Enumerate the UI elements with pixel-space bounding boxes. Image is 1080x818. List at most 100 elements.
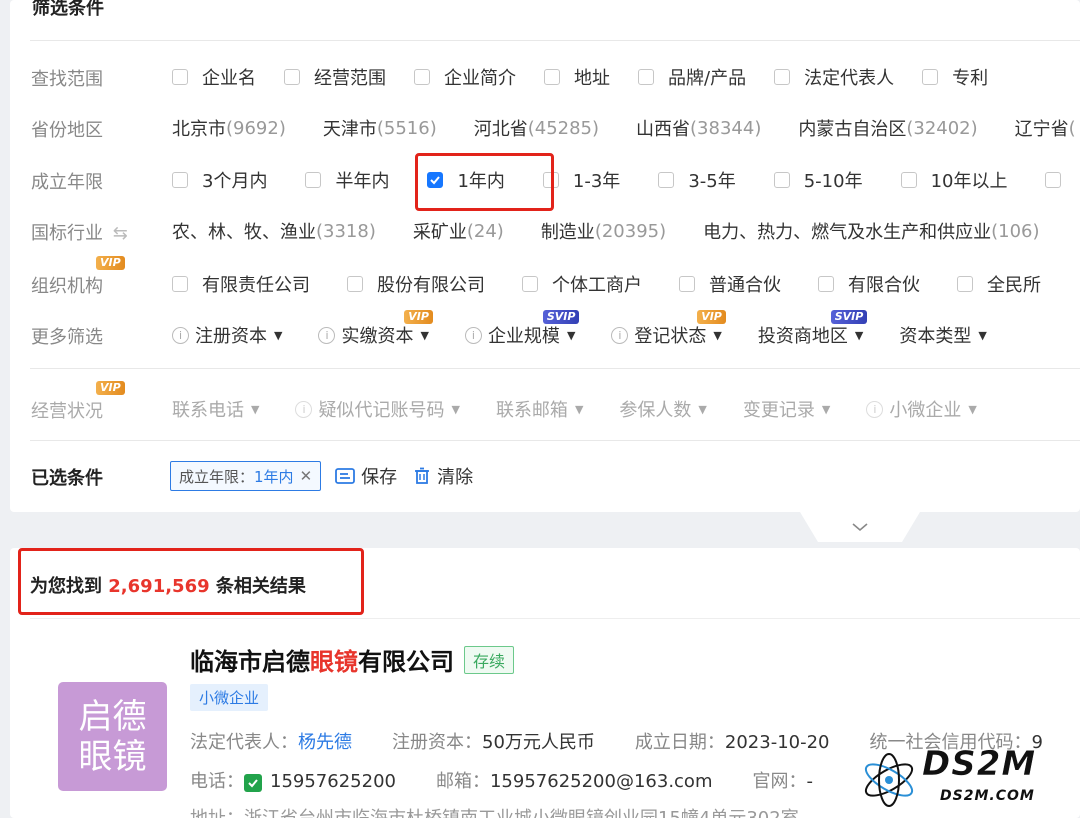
checkbox[interactable] — [900, 172, 917, 188]
region-count: (38344) — [690, 117, 762, 139]
selected-tag-value: 1年内 — [254, 467, 294, 486]
industry-option[interactable]: 电力、热力、燃气及水生产和供应业 (106) — [703, 218, 1039, 244]
region-name: 辽宁省 — [1014, 119, 1069, 140]
more-filter-dropdown[interactable]: i 实缴资本 ▼ VIP — [318, 310, 433, 348]
search-scope-option-label: 企业简介 — [444, 68, 516, 89]
more-filter-dropdown[interactable]: i 注册资本 ▼ — [172, 322, 282, 348]
industry-option[interactable]: 农、林、牧、渔业 (3318) — [172, 218, 376, 244]
collapse-toggle[interactable] — [800, 512, 920, 542]
logo-line1: 启德 — [78, 696, 147, 737]
remove-tag-icon[interactable]: ✕ — [300, 467, 313, 485]
region-name: 山西省 — [636, 119, 691, 140]
selected-tag[interactable]: 成立年限： 1年内 ✕ — [170, 461, 322, 491]
search-scope-option[interactable]: 企业名 — [172, 64, 256, 90]
checkbox[interactable] — [1045, 172, 1062, 188]
save-icon — [335, 468, 356, 484]
search-scope-option-label: 企业名 — [202, 68, 256, 89]
checkbox[interactable] — [305, 172, 322, 188]
company-name[interactable]: 临海市启德 眼镜 有限公司 存续 — [190, 642, 515, 677]
region-option[interactable]: 辽宁省( — [1015, 115, 1076, 141]
business-filter-dropdown[interactable]: i 小微企业 ▼ — [866, 396, 977, 422]
business-filter-dropdown[interactable]: 参保人数 ▼ — [619, 396, 706, 422]
checkbox[interactable] — [638, 69, 654, 85]
company-logo[interactable]: 启德 眼镜 — [58, 682, 167, 791]
checkbox[interactable] — [284, 69, 300, 85]
clear-button[interactable]: 清除 — [413, 463, 473, 489]
founded-option[interactable]: 半年内 — [305, 167, 389, 193]
org-option[interactable]: 全民所 — [957, 271, 1041, 297]
more-options: i 注册资本 ▼ i 实缴资本 ▼ VIP i 企业规模 ▼ SVIP i 登记状态 ▼ VIP 投资商地区 ▼… — [172, 310, 1023, 355]
checkbox[interactable] — [957, 276, 973, 292]
checkbox[interactable] — [347, 276, 363, 292]
checkbox[interactable] — [774, 69, 791, 85]
org-option-label: 全民所 — [987, 275, 1041, 296]
more-filter-dropdown[interactable]: 资本类型 ▼ — [899, 322, 986, 348]
search-scope-option[interactable]: 地址 — [544, 64, 610, 90]
founded-option[interactable]: 10年以上 — [900, 167, 1007, 193]
founded-option[interactable]: 3个月内 — [172, 167, 267, 193]
business-filter-dropdown[interactable]: 联系电话 ▼ — [172, 396, 259, 422]
search-scope-option[interactable]: 企业简介 — [414, 64, 516, 90]
save-label: 保存 — [361, 467, 398, 488]
region-option[interactable]: 北京市 (9692) — [172, 115, 286, 141]
checkbox[interactable] — [172, 276, 188, 292]
founded-option-label: 3-5年 — [688, 171, 736, 192]
date-value: 2023-10-20 — [724, 732, 830, 753]
phone-label: 电话： — [190, 771, 244, 792]
capital-value: 50万元人民币 — [482, 732, 595, 753]
industry-label: 国标行业 ⇆ — [31, 219, 128, 245]
checkbox[interactable] — [172, 69, 188, 85]
search-scope-option[interactable]: 法定代表人 — [774, 64, 894, 90]
business-filter-label: 联系邮箱 — [495, 400, 568, 421]
selected-row: 已选条件 成立年限： 1年内 ✕ 保存 清除 — [10, 456, 1080, 496]
industry-option[interactable]: 制造业 (20395) — [541, 218, 666, 244]
checkbox[interactable] — [427, 172, 444, 188]
org-label: 组织机构 — [31, 276, 103, 297]
business-filter-dropdown[interactable]: 变更记录 ▼ — [743, 396, 830, 422]
search-scope-option[interactable]: 专利 — [922, 64, 988, 90]
org-option[interactable]: 普通合伙 — [679, 271, 781, 297]
logo-line2: 眼镜 — [78, 736, 147, 777]
checkbox[interactable] — [542, 172, 559, 188]
checkbox[interactable] — [172, 172, 188, 188]
region-option[interactable]: 内蒙古自治区 (32402) — [798, 115, 977, 141]
checkbox[interactable] — [818, 276, 834, 292]
search-scope-option[interactable]: 品牌/产品 — [638, 64, 746, 90]
more-filter-dropdown[interactable]: i 登记状态 ▼ VIP — [611, 310, 726, 348]
more-filter-dropdown[interactable]: 投资商地区 ▼ SVIP — [758, 310, 868, 348]
checkbox[interactable] — [544, 69, 560, 85]
founded-option[interactable]: 1年内 — [427, 167, 505, 193]
caret-down-icon: ▼ — [574, 402, 584, 416]
region-option[interactable]: 河北省 (45285) — [474, 115, 599, 141]
org-option[interactable]: 股份有限公司 — [347, 271, 485, 297]
email-value: 15957625200@163.com — [489, 771, 713, 792]
vip-badge: VIP — [404, 310, 433, 324]
industry-option[interactable]: 采矿业 (24) — [413, 218, 504, 244]
legal-rep-link[interactable]: 杨先德 — [298, 732, 352, 753]
org-option-label: 个体工商户 — [552, 275, 642, 296]
checkbox[interactable] — [414, 69, 430, 85]
org-option[interactable]: 有限合伙 — [818, 271, 920, 297]
checkbox[interactable] — [922, 69, 939, 85]
region-option[interactable]: 山西省 (38344) — [636, 115, 761, 141]
search-scope-option[interactable]: 经营范围 — [284, 64, 386, 90]
founded-option[interactable]: 1-3年 — [542, 167, 620, 193]
business-filter-dropdown[interactable]: i 疑似代记账号码 ▼ — [295, 396, 460, 422]
business-filter-dropdown[interactable]: 联系邮箱 ▼ — [496, 396, 583, 422]
founded-option[interactable]: 5-10年 — [773, 167, 863, 193]
more-filter-dropdown[interactable]: i 企业规模 ▼ SVIP — [464, 310, 580, 348]
region-option[interactable]: 天津市 (5516) — [323, 115, 437, 141]
founded-option-label: 半年内 — [335, 171, 390, 192]
founded-option[interactable]: 3-5年 — [658, 167, 736, 193]
checkbox[interactable] — [658, 172, 675, 188]
search-scope-row: 查找范围 企业名 经营范围 企业简介 地址 品牌/产品 法定代表人 专利 — [10, 57, 1080, 97]
org-option[interactable]: 有限责任公司 — [172, 271, 310, 297]
checkbox[interactable] — [522, 276, 538, 292]
checkbox[interactable] — [679, 276, 695, 292]
checkbox[interactable] — [773, 172, 790, 188]
founded-row: 成立年限 3个月内 半年内 1年内 1-3年 3-5年 5-10年 10年以上 — [10, 160, 1080, 200]
switch-icon[interactable]: ⇆ — [113, 223, 128, 244]
org-option[interactable]: 个体工商户 — [522, 271, 642, 297]
more-filter-label: 实缴资本 — [341, 326, 414, 347]
save-button[interactable]: 保存 — [335, 463, 397, 489]
